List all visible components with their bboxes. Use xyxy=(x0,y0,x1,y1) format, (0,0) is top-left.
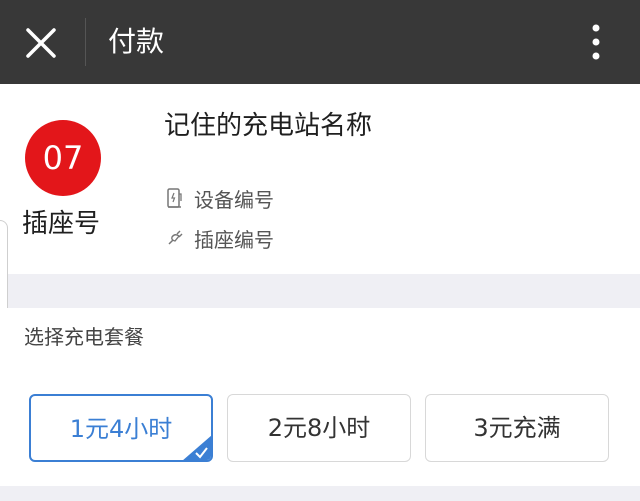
page-title: 付款 xyxy=(108,25,165,58)
bottom-spacer xyxy=(0,486,640,501)
selected-check-icon xyxy=(183,435,211,460)
socket-number-label: 插座号 xyxy=(22,209,101,239)
more-vertical-icon xyxy=(592,24,600,60)
plan-option-3[interactable]: 3元充满 xyxy=(425,394,609,462)
socket-number-field-label: 插座编号 xyxy=(194,227,274,252)
close-icon xyxy=(26,28,56,58)
plan-option-label: 1元4小时 xyxy=(69,415,173,443)
top-bar: 付款 xyxy=(0,0,640,84)
more-options-button[interactable] xyxy=(578,18,614,66)
socket-number-badge: 07 xyxy=(25,120,101,196)
close-button[interactable] xyxy=(16,20,66,66)
plan-option-label: 3元充满 xyxy=(473,414,561,442)
device-number-row: 设备编号 xyxy=(164,184,274,212)
plan-option-2[interactable]: 2元8小时 xyxy=(227,394,411,462)
station-name: 记住的充电站名称 xyxy=(164,111,373,141)
station-info-card: 07 插座号 记住的充电站名称 设备编号 插座编号 xyxy=(0,84,640,274)
plan-option-label: 2元8小时 xyxy=(267,414,371,442)
device-number-label: 设备编号 xyxy=(194,187,274,212)
plan-heading: 选择充电套餐 xyxy=(24,325,144,349)
plan-selection-card: 选择充电套餐 1元4小时 2元8小时 3元充满 xyxy=(0,308,640,486)
charging-pile-icon xyxy=(164,186,186,210)
topbar-divider xyxy=(85,18,86,66)
socket-number-row: 插座编号 xyxy=(164,224,274,252)
plug-icon xyxy=(164,226,186,250)
plan-option-1[interactable]: 1元4小时 xyxy=(29,394,213,462)
